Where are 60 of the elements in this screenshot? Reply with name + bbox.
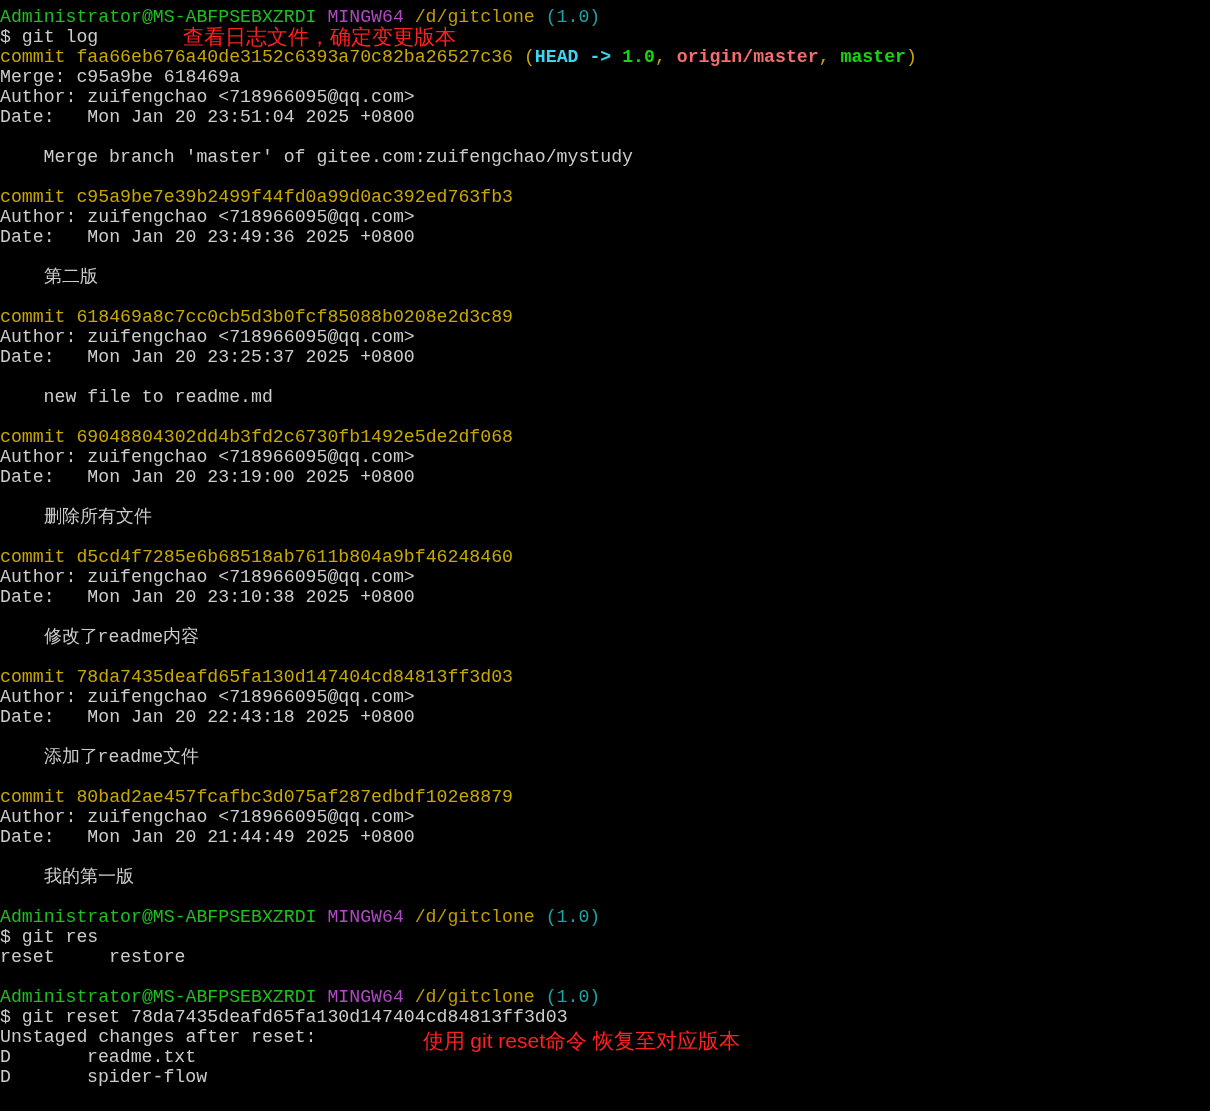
output-text: Date: Mon Jan 20 23:19:00 2025 +0800 xyxy=(0,467,415,487)
commit-hash: commit d5cd4f7285e6b68518ab7611b804a9bf46248460 xyxy=(0,547,513,567)
file-name: readme.txt xyxy=(87,1047,197,1067)
prompt-branch: (1.0) xyxy=(545,907,601,927)
prompt-branch: (1.0) xyxy=(545,7,601,27)
commit-message: 添加了readme文件 xyxy=(43,747,200,767)
file-name: spider-flow xyxy=(87,1067,208,1087)
commit-hash: ) xyxy=(905,47,917,67)
annotation-text: 查看日志文件，确定变更版本 xyxy=(183,26,457,48)
commit-hash: , xyxy=(654,47,667,67)
output-text: Author: zuifengchao <718966095@qq.com> xyxy=(0,87,415,107)
commit-hash: commit 78da7435deafd65fa130d147404cd84813ff3d03 xyxy=(0,667,513,687)
commit-message: 删除所有文件 xyxy=(43,507,152,527)
head-ref: HEAD -> xyxy=(534,47,612,67)
prompt-user-host: Administrator@MS-ABFPSEBXZRDI xyxy=(0,907,317,927)
output-text: Date: Mon Jan 20 23:25:37 2025 +0800 xyxy=(0,347,415,367)
output-text: Author: zuifengchao <718966095@qq.com> xyxy=(0,327,415,347)
status-code: D xyxy=(0,1047,12,1067)
output-text: Author: zuifengchao <718966095@qq.com> xyxy=(0,807,415,827)
commit-hash: commit faa66eb676a40de3152c6393a70c82ba26527c36 ( xyxy=(0,47,535,67)
command-text: $ git log xyxy=(0,27,99,47)
commit-hash: , xyxy=(818,47,831,67)
branch-ref: 1.0 xyxy=(621,47,655,67)
commit-hash: commit 80bad2ae457fcafbc3d075af287edbdf102e8879 xyxy=(0,787,513,807)
prompt-path: /d/gitclone xyxy=(414,7,535,27)
prompt-shell-name: MINGW64 xyxy=(327,7,404,27)
completion-item: restore xyxy=(109,947,186,967)
output-text: Author: zuifengchao <718966095@qq.com> xyxy=(0,447,415,467)
commit-message: 我的第一版 xyxy=(43,867,134,887)
output-text: Date: Mon Jan 20 23:51:04 2025 +0800 xyxy=(0,107,415,127)
prompt-path: /d/gitclone xyxy=(414,907,535,927)
completion-item: reset xyxy=(0,947,55,967)
output-text: Date: Mon Jan 20 23:49:36 2025 +0800 xyxy=(0,227,415,247)
output-text: Author: zuifengchao <718966095@qq.com> xyxy=(0,207,415,227)
status-code: D xyxy=(0,1067,12,1087)
remote-ref: origin/master xyxy=(676,47,819,67)
prompt-branch: (1.0) xyxy=(545,987,601,1007)
branch-ref: master xyxy=(840,47,906,67)
commit-hash: commit 69048804302dd4b3fd2c6730fb1492e5de2df068 xyxy=(0,427,513,447)
commit-message: 第二版 xyxy=(43,267,98,287)
output-text: Date: Mon Jan 20 23:10:38 2025 +0800 xyxy=(0,587,415,607)
commit-message: new file to readme.md xyxy=(43,387,273,407)
prompt-shell-name: MINGW64 xyxy=(327,987,404,1007)
commit-hash: commit 618469a8c7cc0cb5d3b0fcf85088b0208e2d3c89 xyxy=(0,307,513,327)
prompt-path: /d/gitclone xyxy=(414,987,535,1007)
commit-message: Merge branch 'master' of gitee.com:zuifengchao/mystudy xyxy=(43,147,633,167)
output-text: Author: zuifengchao <718966095@qq.com> xyxy=(0,567,415,587)
output-text: Author: zuifengchao <718966095@qq.com> xyxy=(0,687,415,707)
output-text: Merge: c95a9be 618469a xyxy=(0,67,241,87)
output-text: Date: Mon Jan 20 22:43:18 2025 +0800 xyxy=(0,707,415,727)
commit-hash: commit c95a9be7e39b2499f44fd0a99d0ac392ed763fb3 xyxy=(0,187,513,207)
command-text: $ git reset 78da7435deafd65fa130d147404cd84813ff3d03 xyxy=(0,1007,568,1027)
command-text: $ git res xyxy=(0,927,99,947)
prompt-user-host: Administrator@MS-ABFPSEBXZRDI xyxy=(0,7,317,27)
commit-message: 修改了readme内容 xyxy=(43,627,200,647)
prompt-user-host: Administrator@MS-ABFPSEBXZRDI xyxy=(0,987,317,1007)
output-text: Date: Mon Jan 20 21:44:49 2025 +0800 xyxy=(0,827,415,847)
output-text: Unstaged changes after reset: xyxy=(0,1027,317,1047)
prompt-shell-name: MINGW64 xyxy=(327,907,404,927)
annotation-text: 使用 git reset命令 恢复至对应版本 xyxy=(422,1030,740,1052)
